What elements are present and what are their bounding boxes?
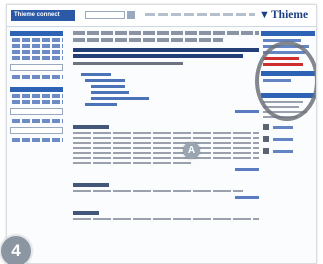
marker-badge-a: A	[183, 142, 200, 159]
sidebar-link[interactable]	[12, 138, 63, 142]
sidebar-link[interactable]	[12, 75, 63, 79]
rsidebar-tool[interactable]	[263, 124, 315, 130]
toc-link[interactable]	[85, 79, 125, 82]
tool-icon	[263, 148, 269, 154]
sidebar-link[interactable]	[12, 56, 63, 60]
pointer-icon	[263, 136, 269, 142]
left-sidebar	[10, 31, 63, 181]
tool-label	[273, 137, 293, 141]
text-line	[73, 137, 259, 139]
sidebar-link[interactable]	[12, 38, 63, 42]
text-line	[73, 157, 259, 159]
tool-label	[273, 125, 293, 129]
text-line	[73, 152, 259, 154]
text-line	[73, 142, 259, 144]
thieme-mark-icon: ▼	[259, 9, 270, 21]
thieme-logo: ▼ Thieme	[259, 9, 308, 21]
top-nav-links[interactable]	[145, 13, 255, 16]
sidebar-search-input[interactable]	[10, 64, 63, 71]
text-line	[73, 218, 259, 220]
toc-link[interactable]	[85, 103, 117, 106]
toc-link[interactable]	[91, 85, 125, 88]
text-line	[73, 190, 243, 192]
article-title-line	[73, 54, 243, 58]
section-heading	[73, 183, 109, 187]
highlight-ring	[255, 41, 316, 121]
sidebar-link[interactable]	[12, 44, 63, 48]
search-button[interactable]	[127, 11, 135, 19]
section-heading	[73, 125, 109, 129]
tool-label	[273, 149, 293, 153]
sidebar-link[interactable]	[12, 119, 63, 123]
sidebar-link[interactable]	[12, 94, 63, 98]
article-main	[73, 31, 259, 220]
top-link[interactable]	[235, 196, 259, 199]
article-authors	[73, 62, 183, 65]
sidebar-header	[10, 31, 63, 36]
section-heading	[73, 211, 99, 215]
article-meta-line	[73, 31, 259, 35]
step-number-badge: 4	[0, 235, 32, 264]
table-of-contents	[81, 73, 259, 106]
text-line	[73, 147, 259, 149]
sidebar-link[interactable]	[12, 100, 63, 104]
article-page-screenshot: Thieme connect ▼ Thieme A	[6, 4, 317, 264]
toc-link[interactable]	[91, 97, 149, 100]
top-link[interactable]	[235, 110, 259, 113]
article-title-line	[73, 48, 259, 52]
logo-text: Thieme	[271, 9, 309, 21]
top-bar: Thieme connect ▼ Thieme	[7, 5, 316, 27]
article-meta-line	[73, 38, 223, 42]
text-line	[73, 162, 193, 164]
rsidebar-header	[261, 31, 315, 36]
sidebar-input[interactable]	[10, 127, 63, 134]
toc-link[interactable]	[81, 73, 111, 76]
brand-box[interactable]: Thieme connect	[11, 10, 75, 21]
sidebar-link[interactable]	[12, 50, 63, 54]
top-link[interactable]	[235, 168, 259, 171]
search-input[interactable]	[85, 11, 125, 19]
text-line	[73, 132, 259, 134]
toc-link[interactable]	[91, 91, 129, 94]
sidebar-header	[10, 87, 63, 92]
rsidebar-tool[interactable]	[263, 136, 315, 142]
sidebar-input[interactable]	[10, 108, 63, 115]
rsidebar-tool[interactable]	[263, 148, 315, 154]
tool-icon	[263, 124, 269, 130]
